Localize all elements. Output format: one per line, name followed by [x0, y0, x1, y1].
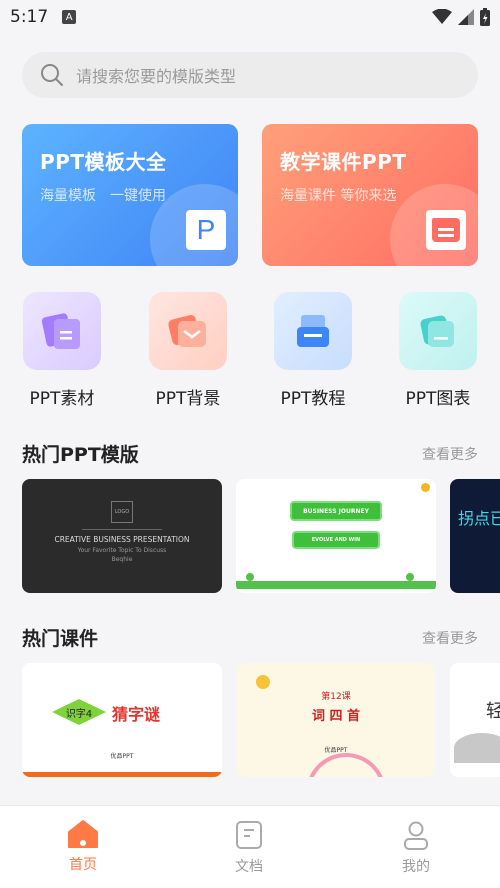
category-label: PPT素材 — [29, 389, 95, 409]
search-icon — [41, 64, 63, 86]
tree-right — [406, 573, 414, 581]
courseware-card[interactable]: 轻 — [450, 663, 500, 777]
folder-icon — [426, 210, 466, 250]
nav-profile[interactable]: 我的 — [376, 820, 456, 876]
category-label: PPT教程 — [280, 389, 346, 409]
journey-banner: BUSINESS JOURNEY — [290, 501, 382, 521]
template-card[interactable]: 拐点已至 — [450, 479, 500, 593]
banner-title: 教学课件PPT — [280, 150, 407, 174]
sun-icon — [256, 675, 270, 689]
nav-home[interactable]: 首页 — [43, 820, 123, 874]
search-bar[interactable]: 请搜索您要的模版类型 — [22, 52, 478, 98]
background-icon — [149, 292, 227, 370]
hot-courseware-more-link[interactable]: 查看更多 — [422, 628, 478, 648]
courseware-card[interactable]: 第12课 词 四 首 优品PPT — [236, 663, 436, 777]
ppt-p-icon: P — [186, 210, 226, 250]
courseware-text: 轻 — [486, 701, 500, 722]
template-card[interactable]: LOGO CREATIVE BUSINESS PRESENTATION Your… — [22, 479, 222, 593]
ppt-templates-banner[interactable]: PPT模板大全 海量模板 一键使用 P — [22, 124, 238, 266]
courseware-lesson: 第12课 — [321, 692, 351, 702]
nav-documents[interactable]: 文档 — [209, 820, 289, 876]
signal-icon — [458, 9, 474, 25]
category-label: PPT图表 — [405, 389, 471, 409]
status-time: 5:17 — [10, 7, 49, 27]
evolve-banner: EVOLVE AND WIN — [292, 531, 380, 549]
hot-templates-title: 热门PPT模版 — [22, 444, 139, 466]
banner-title: PPT模板大全 — [40, 150, 167, 174]
orange-dot — [421, 483, 430, 492]
grass-strip — [236, 581, 436, 589]
tree-left — [246, 573, 254, 581]
courseware-banner[interactable]: 教学课件PPT 海量课件 等你来选 — [262, 124, 478, 266]
courseware-footer: 优品PPT — [110, 753, 134, 760]
orange-strip — [22, 772, 222, 777]
nav-label: 我的 — [402, 859, 430, 875]
courseware-tag: 识字4 — [52, 699, 106, 725]
tutorial-icon — [274, 292, 352, 370]
courseware-title: 词 四 首 — [311, 709, 361, 724]
category-ppt-background[interactable]: PPT背景 — [143, 292, 233, 409]
category-ppt-material[interactable]: PPT素材 — [17, 292, 107, 409]
template-logo: LOGO — [111, 501, 133, 523]
nav-label: 文档 — [235, 859, 263, 875]
chart-icon — [399, 292, 477, 370]
template-subline2: Beqhie — [111, 556, 133, 563]
status-bar: 5:17 A — [0, 0, 500, 34]
notification-icon: A — [62, 10, 77, 24]
template-card[interactable]: BUSINESS JOURNEY EVOLVE AND WIN — [236, 479, 436, 593]
material-icon — [23, 292, 101, 370]
document-icon — [236, 821, 262, 849]
hot-courseware-title: 热门课件 — [22, 628, 99, 650]
courseware-footer: 优品PPT — [324, 747, 348, 754]
user-icon — [404, 821, 428, 850]
search-placeholder: 请搜索您要的模版类型 — [76, 67, 237, 86]
template-text: 拐点已至 — [458, 509, 500, 528]
home-icon — [68, 820, 98, 848]
bottom-nav: 首页 文档 我的 — [0, 805, 500, 888]
template-subline: Your Favorite Topic To Discuss — [77, 547, 167, 554]
category-ppt-tutorial[interactable]: PPT教程 — [268, 292, 358, 409]
hot-templates-more-link[interactable]: 查看更多 — [422, 444, 478, 464]
nav-label: 首页 — [69, 857, 97, 873]
courseware-title: 猜字谜 — [112, 705, 161, 724]
ppt-icon-letter: P — [196, 214, 216, 245]
rainbow — [306, 753, 386, 777]
wifi-icon — [432, 9, 452, 24]
category-label: PPT背景 — [155, 389, 221, 409]
battery-icon — [480, 8, 490, 26]
courseware-card[interactable]: 识字4 猜字谜 优品PPT — [22, 663, 222, 777]
template-heading: CREATIVE BUSINESS PRESENTATION — [54, 535, 190, 544]
ink-hill — [454, 733, 500, 763]
category-ppt-chart[interactable]: PPT图表 — [393, 292, 483, 409]
template-divider — [82, 529, 162, 530]
